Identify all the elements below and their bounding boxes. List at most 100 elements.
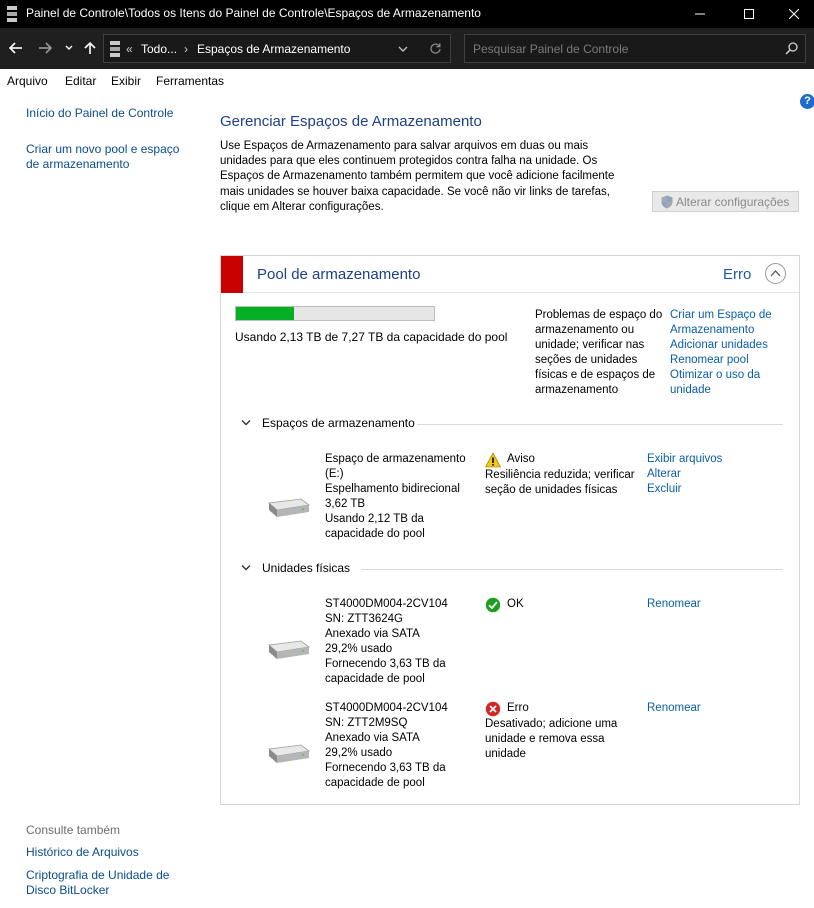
drive-serial: SN: ZTT2M9SQ bbox=[325, 717, 408, 730]
nav-create-pool[interactable]: Criar um novo pool e espaço de armazenam… bbox=[26, 142, 196, 172]
physical-drive-status: Erro Desativado; adicione uma unidade e … bbox=[485, 701, 645, 762]
drive-model[interactable]: ST4000DM004-2CV104 bbox=[325, 597, 485, 612]
nav-bitlocker[interactable]: Criptografia de Unidade de Disco BitLock… bbox=[26, 868, 186, 898]
error-circle-icon bbox=[485, 701, 501, 717]
change-storage-space-link[interactable]: Alterar bbox=[647, 467, 757, 482]
storage-spaces-icon bbox=[7, 6, 17, 22]
breadcrumb-overflow[interactable]: « bbox=[126, 42, 133, 56]
pool-title: Pool de armazenamento bbox=[257, 266, 421, 283]
storage-space-status: Aviso Resiliência reduzida; verificar se… bbox=[485, 452, 645, 498]
drive-serial: SN: ZTT3624G bbox=[325, 613, 403, 626]
search-input[interactable]: Pesquisar Painel de Controle bbox=[464, 34, 806, 63]
pool-header: Pool de armazenamento Erro bbox=[221, 256, 799, 293]
storage-space-size: 3,62 TB bbox=[325, 498, 366, 511]
add-drives-link[interactable]: Adicionar unidades bbox=[670, 338, 790, 353]
change-settings-label: Alterar configurações bbox=[676, 194, 790, 209]
up-button[interactable] bbox=[81, 38, 99, 58]
forward-button[interactable] bbox=[35, 38, 55, 58]
storage-pool-panel: Pool de armazenamento Erro Usando 2,13 T… bbox=[220, 255, 800, 805]
minimize-icon bbox=[695, 13, 705, 15]
storage-spaces-icon bbox=[110, 41, 120, 57]
pool-usage-bar bbox=[235, 306, 435, 321]
physical-drives-section-toggle[interactable]: Unidades físicas bbox=[239, 561, 350, 575]
search-icon[interactable] bbox=[785, 42, 798, 55]
storage-space-details: Espaço de armazenamento (E:) Espelhament… bbox=[325, 452, 485, 543]
pool-usage-text: Usando 2,13 TB de 7,27 TB da capacidade … bbox=[235, 330, 508, 344]
address-bar: « Todo... › Espaços de Armazenamento Pes… bbox=[0, 28, 814, 69]
optimize-drive-usage-link[interactable]: Otimizar o uso da unidade bbox=[670, 368, 790, 398]
pool-status-strip bbox=[221, 256, 243, 293]
storage-space-usage: Usando 2,12 TB da capacidade do pool bbox=[325, 513, 425, 541]
warning-icon bbox=[485, 452, 501, 468]
breadcrumb-storage-spaces[interactable]: Espaços de Armazenamento bbox=[197, 42, 350, 56]
view-files-link[interactable]: Exibir arquivos bbox=[647, 452, 757, 467]
close-icon bbox=[789, 9, 799, 19]
page-title: Gerenciar Espaços de Armazenamento bbox=[220, 113, 482, 130]
storage-space-status-label: Aviso bbox=[507, 453, 535, 466]
chevron-down-icon bbox=[241, 420, 251, 426]
pool-status: Erro bbox=[723, 266, 752, 283]
storage-space-status-detail: Resiliência reduzida; verificar seção de… bbox=[485, 469, 635, 497]
address-field[interactable]: « Todo... › Espaços de Armazenamento bbox=[103, 34, 451, 63]
hard-drive-icon bbox=[268, 640, 310, 659]
menu-ferramentas[interactable]: Ferramentas bbox=[156, 74, 224, 88]
breadcrumb-all-items[interactable]: Todo... bbox=[141, 42, 177, 56]
collapse-pool-button[interactable] bbox=[765, 263, 786, 284]
drive-provides: Fornecendo 3,63 TB da capacidade de pool bbox=[325, 658, 446, 686]
drive-model[interactable]: ST4000DM004-2CV104 bbox=[325, 701, 485, 716]
search-placeholder: Pesquisar Painel de Controle bbox=[473, 42, 629, 56]
physical-drive-details: ST4000DM004-2CV104 SN: ZTT3624G Anexado … bbox=[325, 597, 485, 688]
pool-usage-fill bbox=[236, 307, 294, 320]
chevron-down-icon[interactable] bbox=[398, 46, 408, 53]
nav-file-history[interactable]: Histórico de Arquivos bbox=[26, 845, 139, 860]
page-description: Use Espaços de Armazenamento para salvar… bbox=[220, 140, 615, 213]
change-settings-button[interactable]: Alterar configurações bbox=[652, 191, 799, 212]
physical-drive-status: OK bbox=[485, 597, 645, 613]
recent-locations-button[interactable] bbox=[62, 38, 76, 58]
menu-editar[interactable]: Editar bbox=[65, 74, 96, 88]
storage-space-actions: Exibir arquivos Alterar Excluir bbox=[647, 452, 757, 497]
physical-drive-details: ST4000DM004-2CV104 SN: ZTT2M9SQ Anexado … bbox=[325, 701, 485, 792]
storage-space-resiliency: Espelhamento bidirecional bbox=[325, 483, 460, 496]
section-divider bbox=[417, 424, 783, 425]
close-button[interactable] bbox=[771, 0, 814, 28]
hard-drive-icon bbox=[268, 744, 310, 763]
drive-connection: Anexado via SATA bbox=[325, 628, 420, 641]
menu-exibir[interactable]: Exibir bbox=[111, 74, 141, 88]
drive-used: 29,2% usado bbox=[325, 747, 393, 760]
help-icon[interactable]: ? bbox=[800, 94, 814, 109]
maximize-icon bbox=[744, 9, 754, 19]
rename-drive-link[interactable]: Renomear bbox=[647, 701, 757, 716]
arrow-left-icon bbox=[9, 42, 22, 54]
storage-spaces-heading: Espaços de armazenamento bbox=[262, 416, 415, 430]
window-title: Painel de Controle\Todos os Itens do Pai… bbox=[26, 6, 481, 20]
physical-drives-heading: Unidades físicas bbox=[262, 561, 351, 575]
menu-bar: Arquivo Editar Exibir Ferramentas bbox=[0, 69, 814, 92]
pool-problems-text: Problemas de espaço do armazenamento ou … bbox=[535, 309, 663, 397]
menu-arquivo[interactable]: Arquivo bbox=[7, 74, 48, 88]
minimize-button[interactable] bbox=[677, 0, 723, 28]
refresh-icon[interactable] bbox=[429, 42, 442, 55]
maximize-button[interactable] bbox=[726, 0, 772, 28]
physical-drive-actions: Renomear bbox=[647, 701, 757, 716]
chevron-down-icon bbox=[241, 565, 251, 571]
arrow-right-icon bbox=[39, 42, 52, 54]
rename-drive-link[interactable]: Renomear bbox=[647, 597, 757, 612]
shield-icon bbox=[661, 195, 673, 208]
back-button[interactable] bbox=[6, 38, 26, 58]
check-circle-icon bbox=[485, 597, 501, 613]
nav-control-panel-home[interactable]: Início do Painel de Controle bbox=[26, 106, 173, 121]
physical-drive-actions: Renomear bbox=[647, 597, 757, 612]
chevron-up-icon bbox=[770, 270, 781, 277]
pool-task-links: Criar um Espaço de Armazenamento Adicion… bbox=[670, 308, 790, 399]
delete-storage-space-link[interactable]: Excluir bbox=[647, 482, 757, 497]
section-divider bbox=[361, 569, 783, 570]
drive-status-detail: Desativado; adicione uma unidade e remov… bbox=[485, 718, 618, 761]
drive-connection: Anexado via SATA bbox=[325, 732, 420, 745]
create-storage-space-link[interactable]: Criar um Espaço de Armazenamento bbox=[670, 308, 790, 338]
drive-status-label: OK bbox=[507, 598, 524, 611]
storage-space-name[interactable]: Espaço de armazenamento (E:) bbox=[325, 452, 485, 482]
hard-drive-icon bbox=[268, 498, 310, 517]
storage-spaces-section-toggle[interactable]: Espaços de armazenamento bbox=[239, 416, 415, 430]
rename-pool-link[interactable]: Renomear pool bbox=[670, 353, 790, 368]
